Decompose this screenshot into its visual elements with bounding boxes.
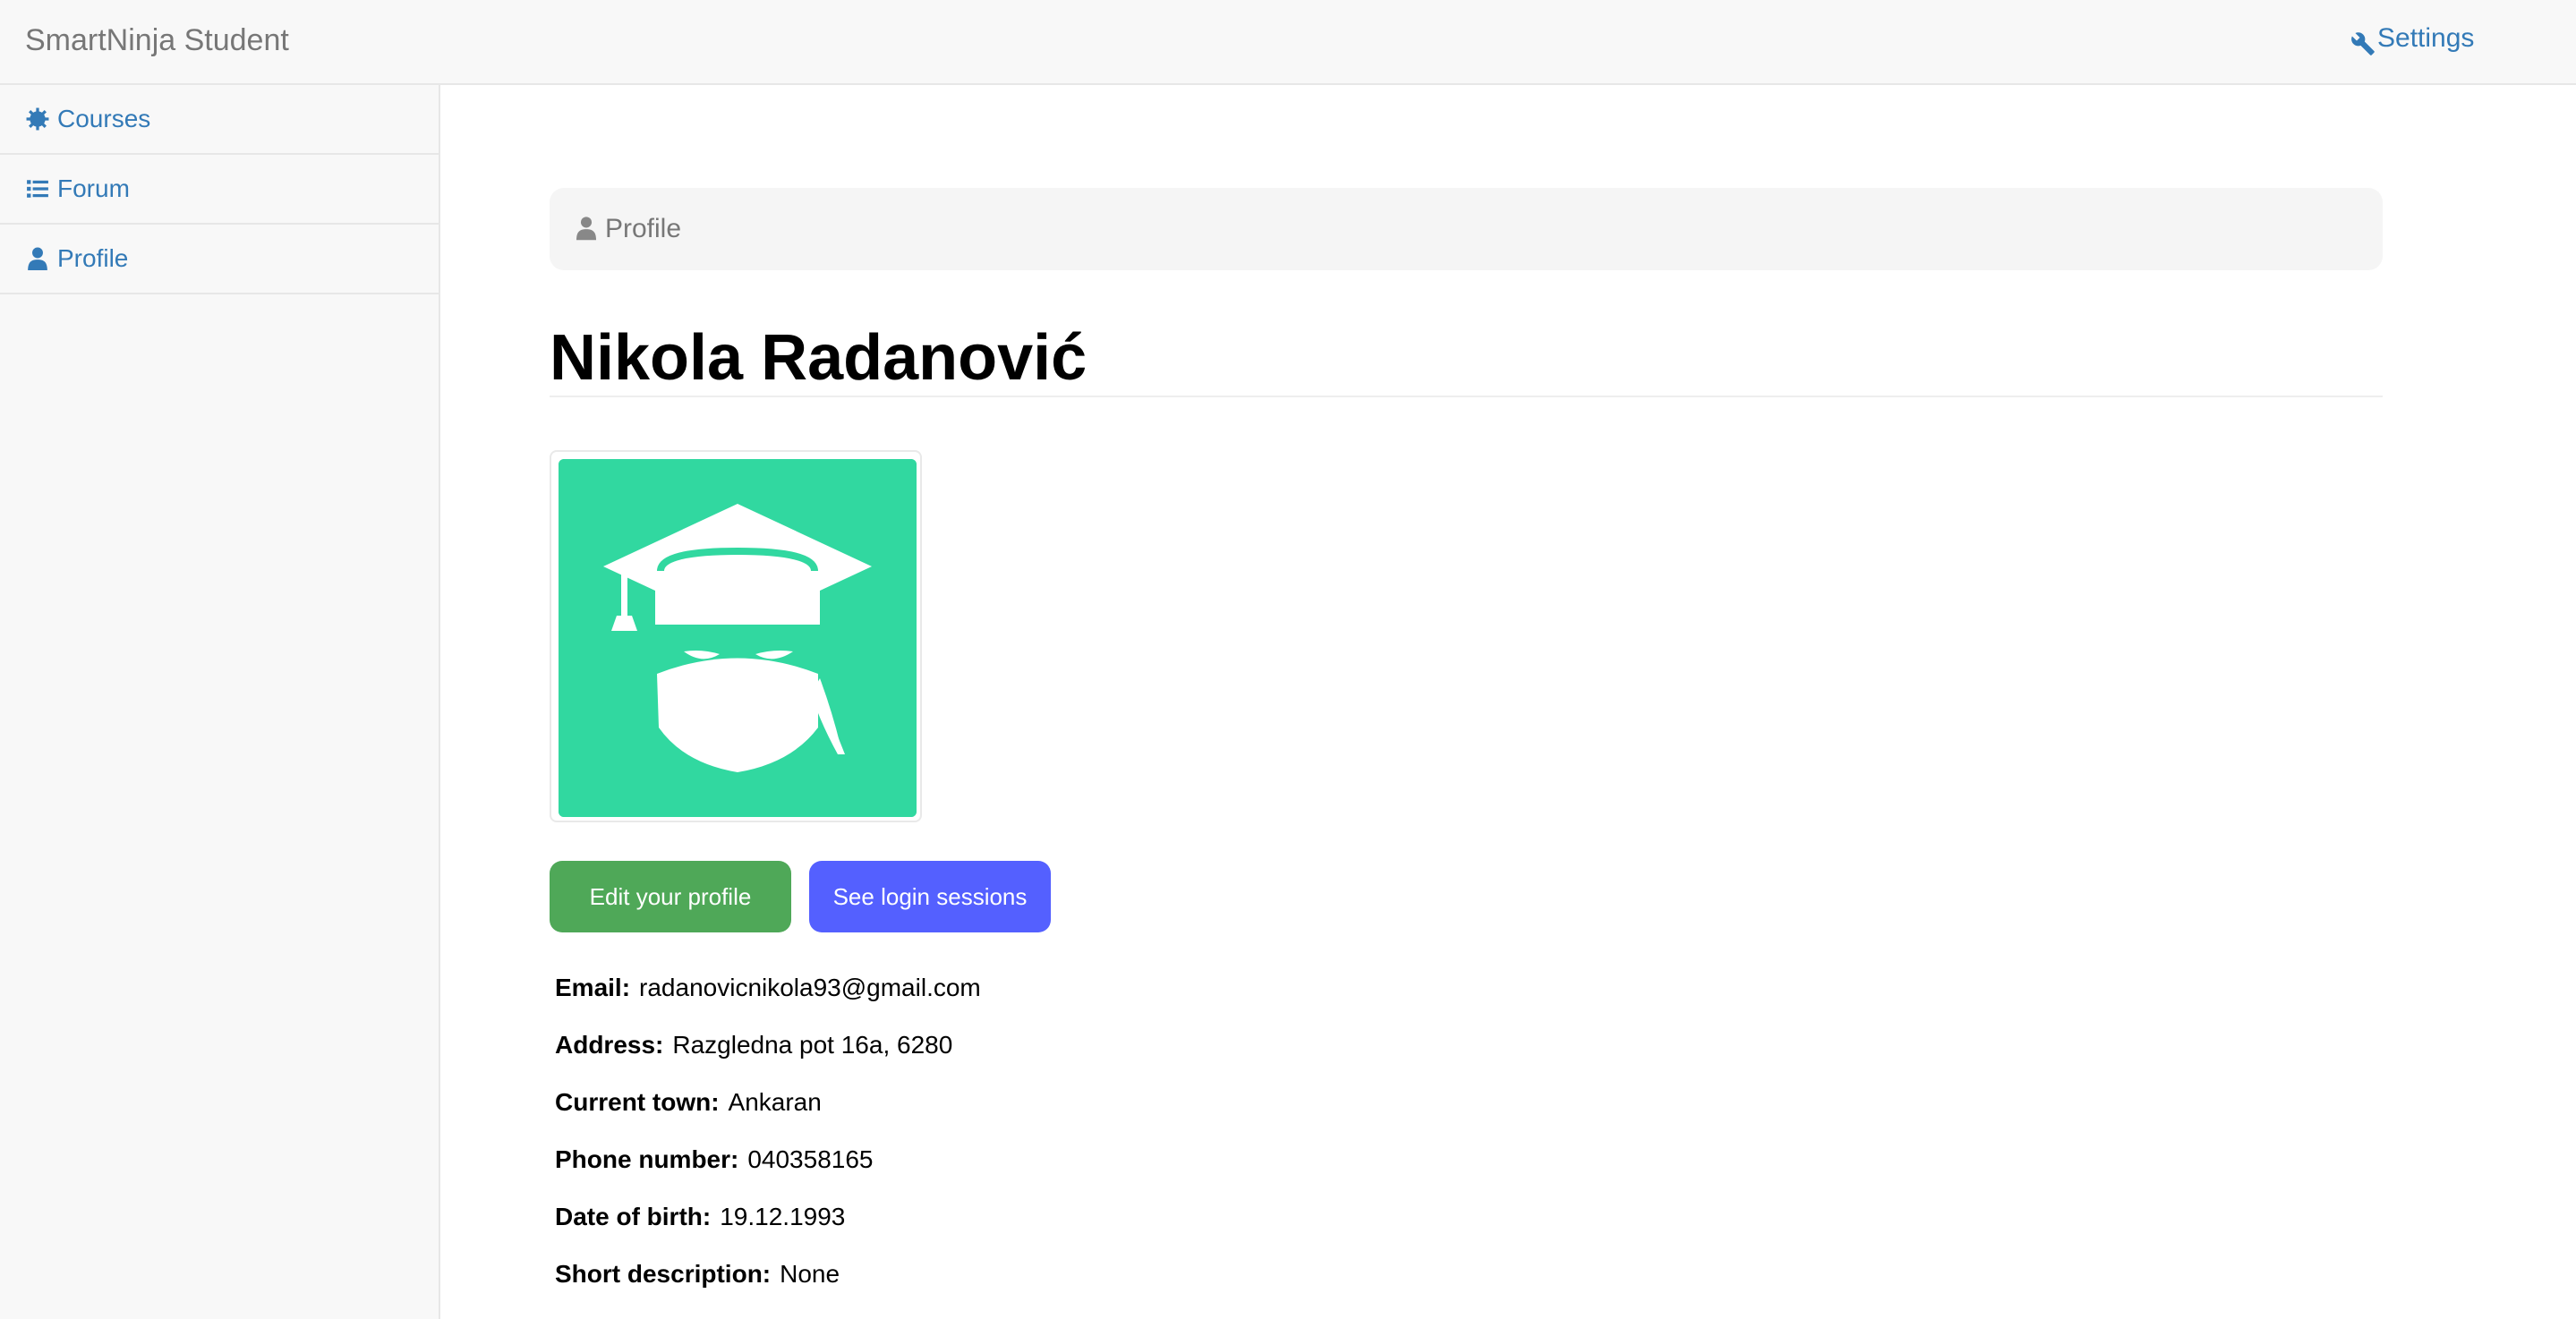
- detail-label: Phone number:: [555, 1145, 739, 1173]
- detail-label: Short description:: [555, 1260, 772, 1288]
- user-icon: [25, 246, 50, 271]
- detail-current-town: Current town: Ankaran: [555, 1085, 981, 1142]
- user-icon: [576, 216, 598, 243]
- avatar-frame: [550, 450, 922, 822]
- detail-value: Ankaran: [728, 1088, 822, 1116]
- sidebar-item-forum[interactable]: Forum: [0, 155, 439, 225]
- settings-link[interactable]: Settings: [2350, 16, 2474, 61]
- page-title: Nikola Radanović: [550, 322, 1088, 394]
- sidebar: Courses Forum Profile: [0, 85, 440, 1319]
- gear-icon: [25, 106, 50, 132]
- detail-label: Date of birth:: [555, 1203, 712, 1230]
- detail-value: None: [780, 1260, 840, 1288]
- detail-short-description: Short description: None: [555, 1256, 981, 1314]
- detail-value: 040358165: [747, 1145, 874, 1173]
- detail-value: Razgledna pot 16a, 6280: [672, 1031, 953, 1059]
- detail-date-of-birth: Date of birth: 19.12.1993: [555, 1199, 981, 1256]
- detail-label: Email:: [555, 974, 631, 1001]
- list-icon: [25, 176, 50, 201]
- detail-value: radanovicnikola93@gmail.com: [639, 974, 981, 1001]
- breadcrumb-label: Profile: [605, 214, 682, 243]
- sidebar-item-profile[interactable]: Profile: [0, 225, 439, 294]
- title-divider: [550, 396, 2383, 397]
- sidebar-item-label: Forum: [57, 174, 130, 202]
- profile-details: Email: radanovicnikola93@gmail.com Addres…: [555, 970, 981, 1314]
- sidebar-item-courses[interactable]: Courses: [0, 85, 439, 155]
- brand-title[interactable]: SmartNinja Student: [25, 18, 289, 63]
- detail-label: Address:: [555, 1031, 664, 1059]
- login-sessions-button[interactable]: See login sessions: [809, 861, 1051, 932]
- detail-label: Current town:: [555, 1088, 720, 1116]
- settings-label: Settings: [2377, 23, 2475, 53]
- detail-address: Address: Razgledna pot 16a, 6280: [555, 1027, 981, 1085]
- wrench-icon: [2350, 26, 2376, 55]
- detail-phone-number: Phone number: 040358165: [555, 1142, 981, 1199]
- graduate-ninja-avatar-icon: [559, 459, 917, 817]
- detail-email: Email: radanovicnikola93@gmail.com: [555, 970, 981, 1027]
- sidebar-item-label: Profile: [57, 244, 129, 272]
- detail-value: 19.12.1993: [720, 1203, 846, 1230]
- breadcrumb: Profile: [550, 188, 2383, 270]
- edit-profile-button[interactable]: Edit your profile: [550, 861, 791, 932]
- top-navbar: SmartNinja Student Settings: [0, 0, 2576, 85]
- sidebar-item-label: Courses: [57, 105, 151, 132]
